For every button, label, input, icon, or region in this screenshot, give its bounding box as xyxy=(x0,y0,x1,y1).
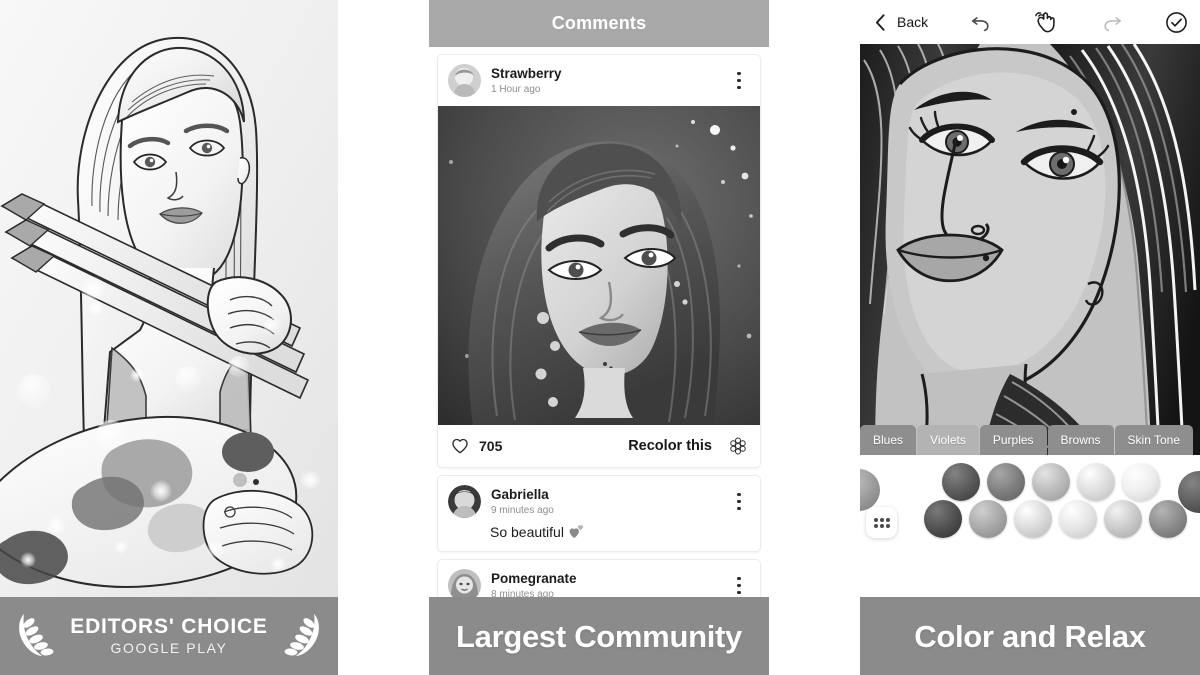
color-swatch[interactable] xyxy=(942,463,980,501)
flower-rosette-icon[interactable] xyxy=(728,436,748,456)
color-swatch[interactable] xyxy=(969,500,1007,538)
undo-arrow-icon[interactable] xyxy=(968,10,993,35)
palette-tab-label: Purples xyxy=(992,433,1034,447)
hand-pointer-icon[interactable] xyxy=(1033,9,1060,36)
post-artwork[interactable] xyxy=(438,106,760,425)
laurel-left-icon xyxy=(19,614,54,656)
color-swatch-tray xyxy=(860,455,1200,597)
palette-tab-label: Blues xyxy=(873,433,904,447)
color-swatch-row-top xyxy=(942,463,1160,501)
palette-tab-label: Browns xyxy=(1060,433,1101,447)
back-label: Back xyxy=(897,14,929,30)
post-actions: 705 Recolor this xyxy=(438,425,760,467)
comment-meta: Pomegranate 8 minutes ago xyxy=(491,571,718,600)
editor-toolbar: Back xyxy=(860,0,1200,44)
kebab-menu-icon[interactable] xyxy=(728,68,750,94)
color-swatch-row-bottom xyxy=(924,500,1187,538)
dot-grid-palette-icon xyxy=(873,517,890,528)
color-relax-banner-text: Color and Relax xyxy=(914,618,1146,654)
comment-timestamp: 9 minutes ago xyxy=(491,504,554,516)
redo-arrow-icon[interactable] xyxy=(1100,10,1125,35)
comment-author: Pomegranate xyxy=(491,571,577,587)
laurel-right-icon xyxy=(284,614,319,656)
palette-tab-skin-tone[interactable]: Skin Tone xyxy=(1114,425,1194,455)
panel-largest-community: Comments Strawberry 1 Hour ago 705 Recol… xyxy=(429,0,769,675)
community-banner-text: Largest Community xyxy=(456,618,742,654)
community-banner: Largest Community xyxy=(429,597,769,675)
back-button[interactable]: Back xyxy=(868,10,928,35)
chevron-left-icon xyxy=(875,13,885,31)
palette-tab-blues[interactable]: Blues xyxy=(860,425,917,455)
comment-text: So beautiful xyxy=(490,524,564,540)
post-timestamp: 1 Hour ago xyxy=(491,83,541,95)
recolor-button-label[interactable]: Recolor this xyxy=(628,438,712,454)
palette-tabs: Blues Violets Purples Browns Skin Tone xyxy=(860,425,1200,455)
comment-meta: Gabriella 9 minutes ago xyxy=(491,487,718,516)
palette-tab-purples[interactable]: Purples xyxy=(979,425,1047,455)
comment-body: So beautiful xyxy=(438,524,760,551)
color-swatch[interactable] xyxy=(1122,463,1160,501)
comments-title: Comments xyxy=(551,13,647,33)
award-title: EDITORS' CHOICE xyxy=(70,615,268,639)
color-relax-banner: Color and Relax xyxy=(860,597,1200,675)
panel-editors-choice: EDITORS' CHOICE GOOGLE PLAY xyxy=(0,0,338,675)
post-card: Strawberry 1 Hour ago 705 Recolor this xyxy=(437,54,761,468)
award-subtitle: GOOGLE PLAY xyxy=(110,639,228,656)
editors-choice-text: EDITORS' CHOICE GOOGLE PLAY xyxy=(70,615,268,656)
comment-header: Gabriella 9 minutes ago xyxy=(438,476,760,527)
editor-toolbar-tools xyxy=(928,9,1164,36)
panel-gap-1 xyxy=(338,0,429,675)
color-swatch[interactable] xyxy=(1104,500,1142,538)
editors-choice-badge: EDITORS' CHOICE GOOGLE PLAY xyxy=(16,610,321,662)
color-swatch[interactable] xyxy=(1059,500,1097,538)
panel-gap-2 xyxy=(769,0,860,675)
post-header: Strawberry 1 Hour ago xyxy=(438,55,760,106)
like-count: 705 xyxy=(479,438,503,454)
palette-tab-label: Violets xyxy=(930,433,966,447)
comments-feed: Strawberry 1 Hour ago 705 Recolor this G… xyxy=(429,54,769,612)
post-author: Strawberry xyxy=(491,66,562,82)
avatar[interactable] xyxy=(448,485,481,518)
comment-card: Gabriella 9 minutes ago So beautiful xyxy=(437,475,761,552)
palette-tab-label: Skin Tone xyxy=(1127,433,1181,447)
color-swatch[interactable] xyxy=(1077,463,1115,501)
editors-choice-artwork xyxy=(0,0,338,597)
comments-header: Comments xyxy=(429,0,769,47)
color-swatch[interactable] xyxy=(1032,463,1070,501)
check-circle-icon[interactable] xyxy=(1164,10,1189,35)
panel-color-and-relax: Back Blues Violets Purples Browns Skin T… xyxy=(860,0,1200,675)
comment-author: Gabriella xyxy=(491,487,549,503)
palette-tab-browns[interactable]: Browns xyxy=(1047,425,1114,455)
two-hearts-icon xyxy=(569,525,584,538)
color-swatch[interactable] xyxy=(924,500,962,538)
kebab-menu-icon[interactable] xyxy=(728,489,750,515)
color-swatch[interactable] xyxy=(1149,500,1187,538)
avatar[interactable] xyxy=(448,64,481,97)
color-swatch[interactable] xyxy=(1014,500,1052,538)
editors-choice-banner: EDITORS' CHOICE GOOGLE PLAY xyxy=(0,597,338,675)
heart-outline-icon[interactable] xyxy=(450,436,470,456)
screenshot-stage: EDITORS' CHOICE GOOGLE PLAY Comments Str… xyxy=(0,0,1200,675)
color-swatch-edge-left[interactable] xyxy=(860,469,880,511)
post-meta: Strawberry 1 Hour ago xyxy=(491,66,718,95)
more-colors-button[interactable] xyxy=(866,507,897,538)
editor-canvas[interactable] xyxy=(860,44,1200,469)
kebab-menu-icon[interactable] xyxy=(728,573,750,599)
palette-tab-violets[interactable]: Violets xyxy=(917,425,979,455)
color-swatch[interactable] xyxy=(987,463,1025,501)
